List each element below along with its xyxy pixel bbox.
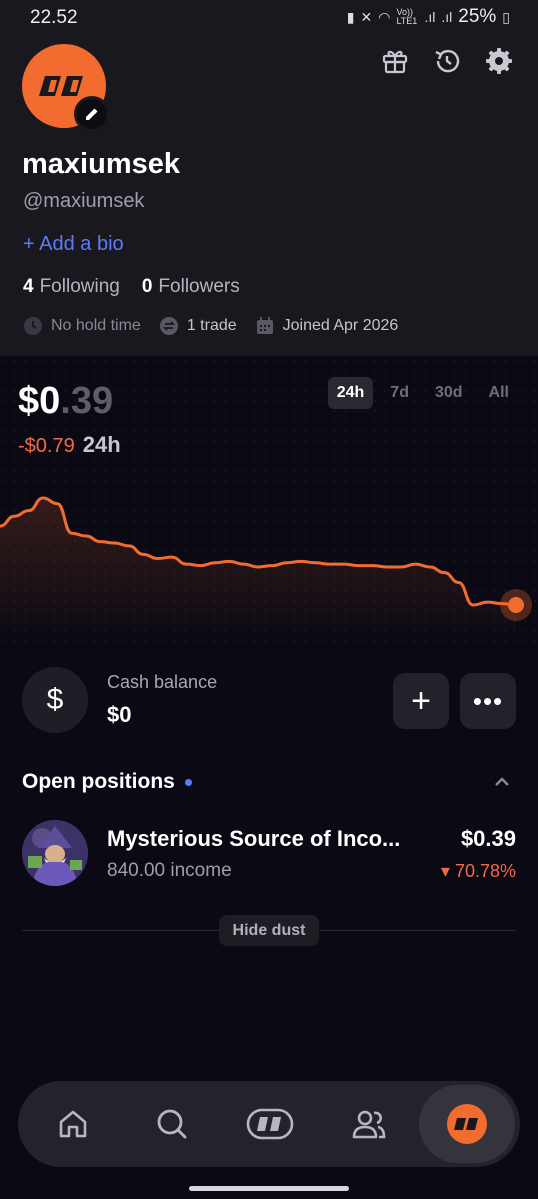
signal-icon-2: .ıl <box>441 9 453 25</box>
add-bio-link[interactable]: + Add a bio <box>23 233 124 256</box>
nav-explore[interactable] <box>220 1081 320 1167</box>
profile-avatar-icon <box>447 1104 487 1144</box>
joined-date: Joined Apr 2026 <box>255 316 399 336</box>
edit-avatar-button[interactable] <box>74 96 110 132</box>
history-button[interactable] <box>432 46 462 76</box>
lte-label: Vo)) LTE1 <box>396 7 418 26</box>
wifi-icon: ◠ <box>378 8 391 25</box>
position-value: $0.39 <box>460 826 516 851</box>
wizard-token-avatar <box>22 820 88 886</box>
battery-icon: ▯ <box>502 8 510 25</box>
swap-icon <box>159 316 179 336</box>
header-actions <box>380 46 514 76</box>
cash-value: $0 <box>107 702 132 727</box>
timeframe-tabs: 24h 7d 30d All <box>327 377 518 409</box>
nav-profile[interactable] <box>417 1081 517 1167</box>
change-amount: -$0.79 <box>18 435 75 457</box>
nav-search[interactable] <box>122 1081 222 1167</box>
followers-count: 0 <box>141 276 153 297</box>
user-handle: @maxiumsek <box>23 190 145 212</box>
follow-stats: 4 Following 0 Followers <box>23 276 240 298</box>
profile-avatar[interactable] <box>22 44 110 132</box>
chevron-up-icon[interactable] <box>492 772 512 792</box>
add-cash-button[interactable]: + <box>393 673 449 729</box>
home-indicator <box>189 1186 349 1191</box>
position-amount: 840.00 income <box>107 860 232 881</box>
trade-count: 1 trade <box>159 316 237 336</box>
tab-30d[interactable]: 30d <box>426 377 472 409</box>
hide-dust-button[interactable]: Hide dust <box>219 915 319 946</box>
battery-level: 25% <box>458 6 497 27</box>
logo-icon <box>246 1108 294 1140</box>
bottom-navigation <box>18 1081 520 1167</box>
cash-balance-row: $ Cash balance $0 + ••• <box>22 666 516 736</box>
gear-icon <box>486 48 512 74</box>
portfolio-change: -$0.79 24h <box>18 432 121 458</box>
settings-button[interactable] <box>484 46 514 76</box>
portfolio-balance: $0.39 <box>18 380 113 423</box>
profile-meta: No hold time 1 trade Joined Apr 2026 <box>23 316 398 336</box>
tab-7d[interactable]: 7d <box>381 377 418 409</box>
following-label: Following <box>39 276 120 297</box>
position-row[interactable]: Mysterious Source of Inco... 840.00 inco… <box>22 820 516 888</box>
balance-whole: $0 <box>18 380 61 422</box>
pencil-icon <box>86 108 98 120</box>
following-count: 4 <box>23 276 34 297</box>
more-options-button[interactable]: ••• <box>460 673 516 729</box>
search-icon <box>157 1109 187 1139</box>
chart-last-point <box>508 597 524 613</box>
logo-icon <box>39 76 83 96</box>
change-period: 24h <box>82 432 121 457</box>
dollar-icon: $ <box>22 667 88 733</box>
new-indicator-dot <box>184 778 192 786</box>
nav-home[interactable] <box>23 1081 123 1167</box>
joined-label: Joined Apr 2026 <box>282 317 399 334</box>
followers-stat[interactable]: 0 Followers <box>142 276 240 298</box>
open-positions-header: Open positions <box>22 770 192 794</box>
nav-profile-highlight <box>419 1085 515 1163</box>
people-icon <box>352 1110 386 1139</box>
gift-button[interactable] <box>380 46 410 76</box>
position-name: Mysterious Source of Inco... <box>107 826 401 851</box>
portfolio-line-chart <box>0 496 532 640</box>
username: maxiumsek <box>22 148 180 180</box>
status-bar: 22.52 ▮ ✕ ◠ Vo)) LTE1 .ıl .ıl 25% ▯ <box>0 0 538 36</box>
nav-social[interactable] <box>319 1081 419 1167</box>
gift-icon <box>382 50 408 74</box>
battery-saver-icon: ▮ <box>346 8 355 25</box>
status-time: 22.52 <box>30 7 78 28</box>
history-icon <box>435 49 460 73</box>
hold-time-label: No hold time <box>51 317 141 334</box>
mute-icon: ✕ <box>360 8 373 25</box>
trade-count-label: 1 trade <box>186 317 237 334</box>
cash-label: Cash balance <box>107 672 218 692</box>
open-positions-title: Open positions <box>22 770 175 793</box>
balance-cents: .39 <box>60 380 114 422</box>
following-stat[interactable]: 4 Following <box>23 276 120 298</box>
home-icon <box>59 1110 87 1138</box>
tab-24h[interactable]: 24h <box>327 377 374 409</box>
status-icons: ▮ ✕ ◠ Vo)) LTE1 .ıl .ıl 25% ▯ <box>347 6 510 28</box>
tab-all[interactable]: All <box>480 377 518 409</box>
calendar-icon <box>255 316 275 336</box>
hold-time: No hold time <box>23 316 141 336</box>
clock-icon <box>23 316 43 336</box>
position-change: ▾ 70.78% <box>440 861 516 881</box>
signal-icon: .ıl <box>424 9 436 25</box>
chart-area-fill <box>0 498 516 640</box>
followers-label: Followers <box>158 276 240 297</box>
